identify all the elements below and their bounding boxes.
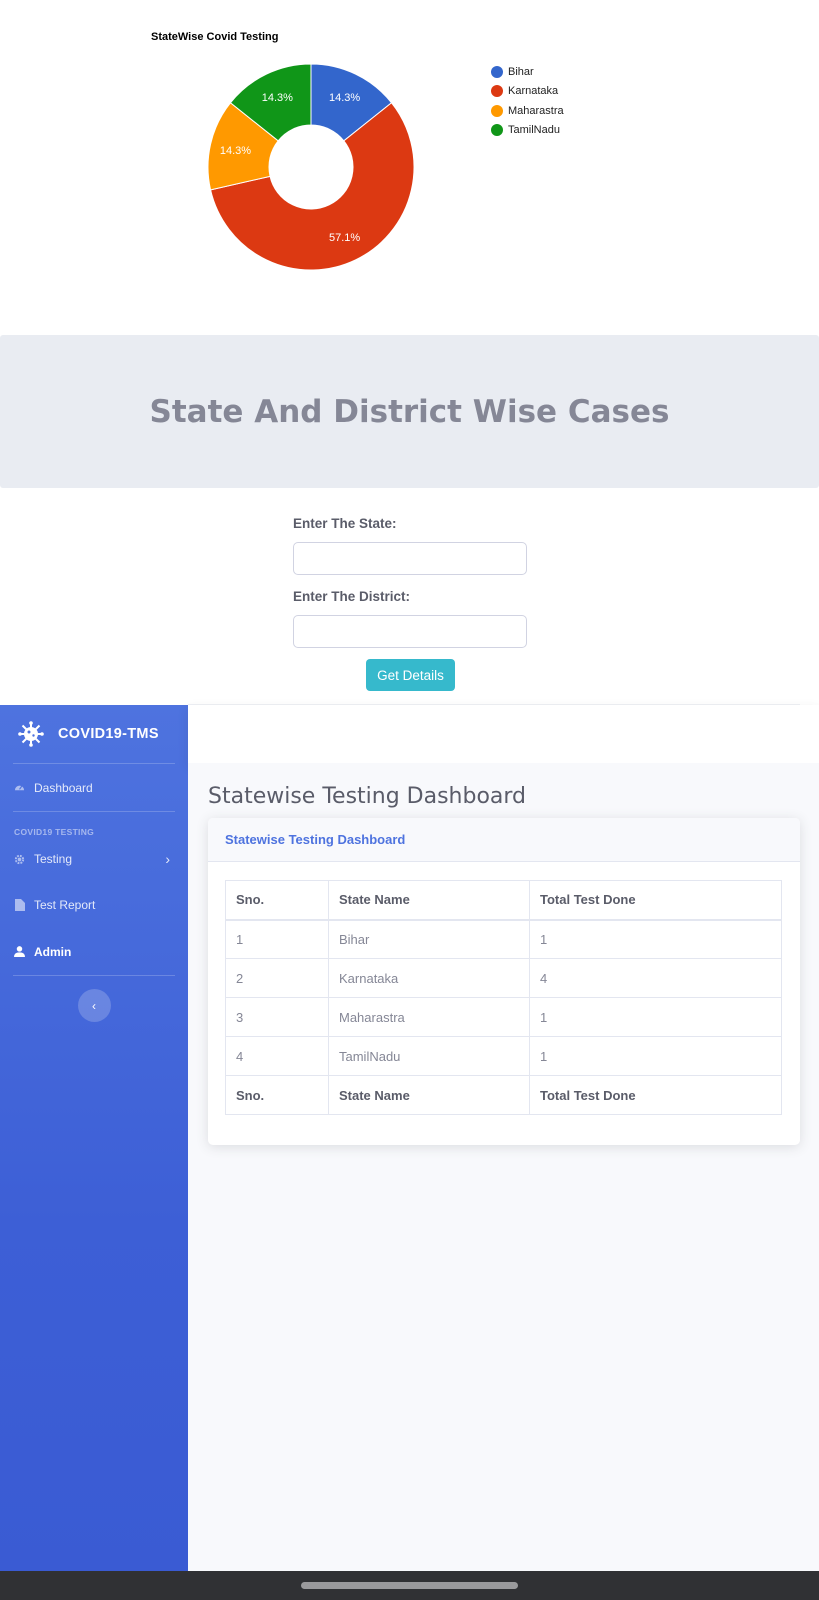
sidebar-item-admin[interactable]: Admin <box>0 928 188 975</box>
sidebar-item-label: Dashboard <box>34 780 93 795</box>
table-cell: 3 <box>225 997 329 1037</box>
system-navigation-bar <box>0 1571 819 1600</box>
donut-chart: 14.3% 57.1% 14.3% 14.3% <box>207 63 415 271</box>
table-cell: 1 <box>529 1036 782 1076</box>
table-cell: 1 <box>529 997 782 1037</box>
table-cell: 2 <box>225 958 329 998</box>
table-row: 3 Maharastra 1 <box>225 997 782 1037</box>
chart-legend: Bihar Karnataka Maharastra TamilNadu <box>491 62 564 140</box>
testing-card: Statewise Testing Dashboard Sno. State N… <box>208 818 800 1145</box>
sidebar-item-test-report[interactable]: Test Report <box>0 881 188 928</box>
column-footer: Sno. <box>225 1075 329 1115</box>
legend-item-maharastra[interactable]: Maharastra <box>491 101 564 121</box>
slice-label-karnataka: 57.1% <box>329 232 360 244</box>
legend-label: TamilNadu <box>508 124 560 137</box>
district-label: Enter The District: <box>293 589 411 604</box>
table-row: 4 TamilNadu 1 <box>225 1036 782 1076</box>
state-label: Enter The State: <box>293 516 397 531</box>
column-header[interactable]: Sno. <box>225 880 329 921</box>
legend-label: Maharastra <box>508 104 564 117</box>
gear-icon <box>14 854 25 865</box>
file-icon <box>14 898 25 911</box>
user-icon <box>14 946 25 957</box>
tachometer-icon <box>14 782 25 793</box>
chart-section: StateWise Covid Testing 14.3% 57.1% 14.3% 1… <box>0 0 819 335</box>
sidebar: COVID19-TMS Dashboard COVID19 TESTING Te… <box>0 705 188 1571</box>
legend-dot <box>491 65 503 78</box>
state-input[interactable] <box>293 542 527 575</box>
testing-table: Sno. State Name Total Test Done 1 Bihar … <box>225 880 782 1115</box>
column-header[interactable]: State Name <box>328 880 530 921</box>
chevron-left-icon: ‹ <box>92 998 96 1013</box>
card-title: Statewise Testing Dashboard <box>225 832 406 847</box>
table-cell: 1 <box>225 919 329 959</box>
column-footer: State Name <box>328 1075 530 1115</box>
legend-label: Karnataka <box>508 85 559 98</box>
legend-label: Bihar <box>508 65 534 78</box>
district-input[interactable] <box>293 615 527 648</box>
table-cell: 4 <box>225 1036 329 1076</box>
table-cell: Karnataka <box>328 958 530 998</box>
table-row: 2 Karnataka 4 <box>225 958 782 998</box>
sidebar-divider <box>13 811 175 812</box>
slice-label-tamilnadu: 14.3% <box>262 92 293 104</box>
sidebar-item-dashboard[interactable]: Dashboard <box>0 764 188 811</box>
legend-item-bihar[interactable]: Bihar <box>491 62 564 82</box>
chevron-right-icon: › <box>165 851 170 867</box>
slice-label-bihar: 14.3% <box>329 92 360 104</box>
banner-title: State And District Wise Cases <box>149 393 670 430</box>
table-row: 1 Bihar 1 <box>225 919 782 959</box>
legend-item-karnataka[interactable]: Karnataka <box>491 82 564 102</box>
sidebar-item-label: Test Report <box>34 897 96 912</box>
table-cell: Maharastra <box>328 997 530 1037</box>
legend-dot <box>491 104 503 117</box>
legend-item-tamilnadu[interactable]: TamilNadu <box>491 121 564 141</box>
virus-icon <box>18 721 44 747</box>
sidebar-brand[interactable]: COVID19-TMS <box>0 705 188 763</box>
cases-banner: State And District Wise Cases <box>0 335 819 488</box>
sidebar-toggle-button[interactable]: ‹ <box>77 989 111 1022</box>
table-cell: Bihar <box>328 919 530 959</box>
table-footer-row: Sno. State Name Total Test Done <box>225 1075 782 1115</box>
column-footer: Total Test Done <box>529 1075 782 1115</box>
column-header[interactable]: Total Test Done <box>529 880 782 921</box>
legend-dot <box>491 124 503 137</box>
topbar <box>188 705 819 763</box>
page-title: Statewise Testing Dashboard <box>208 784 527 809</box>
sidebar-item-label: Admin <box>34 944 72 959</box>
table-cell: TamilNadu <box>328 1036 530 1076</box>
legend-dot <box>491 85 503 98</box>
table-header-row: Sno. State Name Total Test Done <box>225 880 782 921</box>
sidebar-heading: COVID19 TESTING <box>14 827 95 837</box>
main-content: Statewise Testing Dashboard Statewise Te… <box>188 763 819 1571</box>
search-form: Enter The State: Enter The District: <box>293 516 528 662</box>
slice-label-maharastra: 14.3% <box>220 145 251 157</box>
get-details-button[interactable]: Get Details <box>366 659 455 691</box>
brand-name: COVID19-TMS <box>58 726 159 742</box>
sidebar-divider <box>13 975 175 976</box>
table-cell: 4 <box>529 958 782 998</box>
home-gesture-bar[interactable] <box>301 1582 518 1589</box>
table-cell: 1 <box>529 919 782 959</box>
card-header: Statewise Testing Dashboard <box>208 818 800 862</box>
sidebar-item-testing[interactable]: Testing › <box>0 837 188 881</box>
sidebar-item-label: Testing <box>34 852 73 866</box>
